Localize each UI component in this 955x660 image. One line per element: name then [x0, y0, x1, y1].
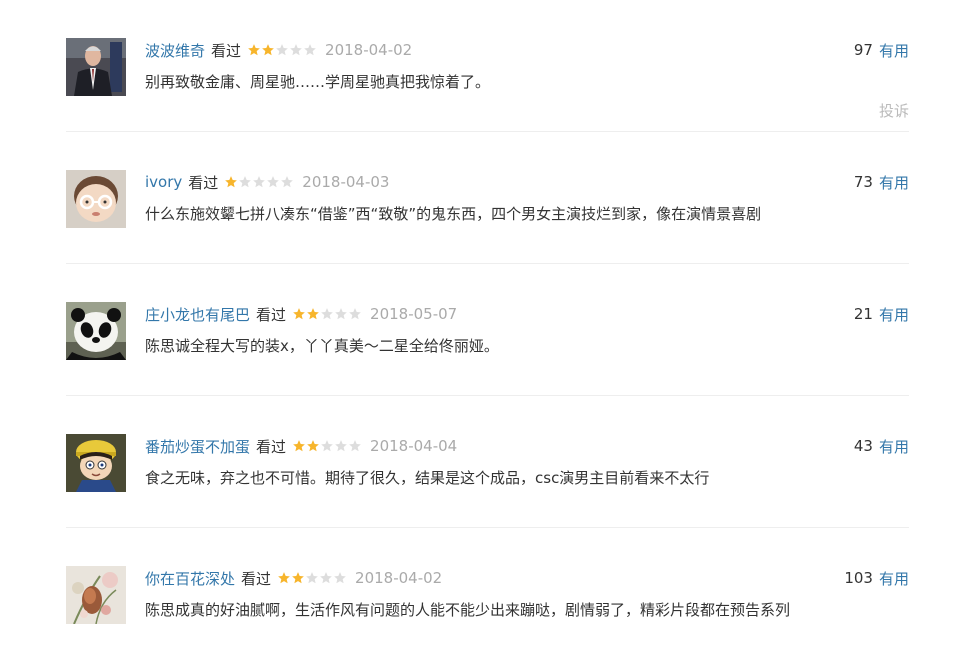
vote-count: 73 — [853, 173, 873, 191]
star-empty-icon — [349, 308, 361, 320]
star-filled-icon — [307, 440, 319, 452]
star-empty-icon — [267, 176, 280, 188]
star-filled-icon — [278, 572, 290, 584]
useful-button[interactable]: 有用 — [879, 40, 909, 61]
star-filled-icon — [262, 44, 274, 56]
rating-stars — [292, 439, 362, 453]
review-meta: 番茄炒蛋不加蛋 看过 2018-04-04 — [145, 435, 457, 457]
review-content: 什么东施效颦七拼八凑东“借鉴”西“致敬”的鬼东西，四个男女主演技烂到家，像在演情… — [145, 205, 762, 223]
vote-count: 43 — [853, 437, 873, 455]
star-filled-icon — [293, 440, 305, 452]
rating-stars — [292, 307, 362, 321]
baby-with-glasses-icon[interactable] — [66, 170, 126, 228]
review-date: 2018-04-03 — [302, 173, 390, 191]
star-empty-icon — [349, 440, 361, 452]
useful-button[interactable]: 有用 — [879, 172, 909, 193]
panda-icon[interactable] — [66, 302, 126, 360]
rating-stars — [247, 43, 317, 57]
review-meta: 波波维奇 看过 2018-04-02 — [145, 39, 412, 61]
review-meta: 你在百花深处 看过 2018-04-02 — [145, 567, 442, 589]
useful-button[interactable]: 有用 — [879, 568, 909, 589]
rating-stars — [224, 175, 294, 189]
reviewer-name-link[interactable]: 波波维奇 — [145, 40, 205, 61]
report-link[interactable]: 投诉 — [879, 100, 909, 121]
review-date: 2018-05-07 — [370, 305, 458, 323]
cartoon-boy-icon[interactable] — [66, 434, 126, 492]
vote-area: 73 有用 — [854, 171, 909, 193]
review-item: 番茄炒蛋不加蛋 看过 2018-04-04 43 有用 食之无味，弃之也不可惜。… — [66, 396, 909, 528]
star-empty-icon — [253, 176, 266, 188]
watch-status: 看过 — [188, 173, 219, 192]
vote-count: 103 — [844, 569, 873, 587]
vote-area: 21 有用 — [854, 303, 909, 325]
review-meta: ivory 看过 2018-04-03 — [145, 171, 389, 193]
man-in-suit-icon[interactable] — [66, 38, 126, 96]
review-content: 别再致敬金庸、周星驰……学周星驰真把我惊着了。 — [145, 73, 491, 91]
star-empty-icon — [239, 176, 252, 188]
star-empty-icon — [306, 572, 318, 584]
reviewer-name-link[interactable]: 番茄炒蛋不加蛋 — [145, 436, 250, 457]
reviewer-name-link[interactable]: 庄小龙也有尾巴 — [145, 304, 250, 325]
star-empty-icon — [321, 440, 333, 452]
review-meta: 庄小龙也有尾巴 看过 2018-05-07 — [145, 303, 457, 325]
review-item: ivory 看过 2018-04-03 73 有用 什么东施效颦七拼八凑东“借鉴… — [66, 132, 909, 264]
review-item: 波波维奇 看过 2018-04-02 97 有用 别再致敬金庸、周星驰……学周星… — [66, 0, 909, 132]
star-empty-icon — [290, 44, 302, 56]
star-empty-icon — [335, 440, 347, 452]
watch-status: 看过 — [256, 305, 287, 324]
useful-button[interactable]: 有用 — [879, 304, 909, 325]
rating-stars — [277, 571, 347, 585]
review-date: 2018-04-02 — [325, 41, 413, 59]
reviewer-name-link[interactable]: 你在百花深处 — [145, 568, 235, 589]
review-item: 你在百花深处 看过 2018-04-02 103 有用 陈思成真的好油腻啊，生活… — [66, 528, 909, 660]
star-empty-icon — [335, 308, 347, 320]
star-empty-icon — [304, 44, 316, 56]
review-list: 波波维奇 看过 2018-04-02 97 有用 别再致敬金庸、周星驰……学周星… — [66, 0, 909, 660]
star-filled-icon — [293, 308, 305, 320]
star-empty-icon — [321, 308, 333, 320]
star-empty-icon — [334, 572, 346, 584]
review-content: 食之无味，弃之也不可惜。期待了很久，结果是这个成品，csc演男主目前看来不太行 — [145, 469, 710, 487]
vote-area: 97 有用 — [854, 39, 909, 61]
star-filled-icon — [307, 308, 319, 320]
review-date: 2018-04-02 — [355, 569, 443, 587]
flowers-icon[interactable] — [66, 566, 126, 624]
star-empty-icon — [276, 44, 288, 56]
vote-area: 103 有用 — [844, 567, 909, 589]
review-content: 陈思诚全程大写的装x，丫丫真美～二星全给佟丽娅。 — [145, 337, 499, 355]
watch-status: 看过 — [241, 569, 272, 588]
star-filled-icon — [248, 44, 260, 56]
vote-count: 97 — [853, 41, 873, 59]
review-item: 庄小龙也有尾巴 看过 2018-05-07 21 有用 陈思诚全程大写的装x，丫… — [66, 264, 909, 396]
vote-area: 43 有用 — [854, 435, 909, 457]
review-date: 2018-04-04 — [370, 437, 458, 455]
star-filled-icon — [225, 176, 238, 188]
watch-status: 看过 — [211, 41, 242, 60]
watch-status: 看过 — [256, 437, 287, 456]
useful-button[interactable]: 有用 — [879, 436, 909, 457]
vote-count: 21 — [853, 305, 873, 323]
star-empty-icon — [320, 572, 332, 584]
star-empty-icon — [281, 176, 294, 188]
star-filled-icon — [292, 572, 304, 584]
review-content: 陈思成真的好油腻啊，生活作风有问题的人能不能少出来蹦哒，剧情弱了，精彩片段都在预… — [145, 601, 791, 619]
reviewer-name-link[interactable]: ivory — [145, 173, 182, 191]
